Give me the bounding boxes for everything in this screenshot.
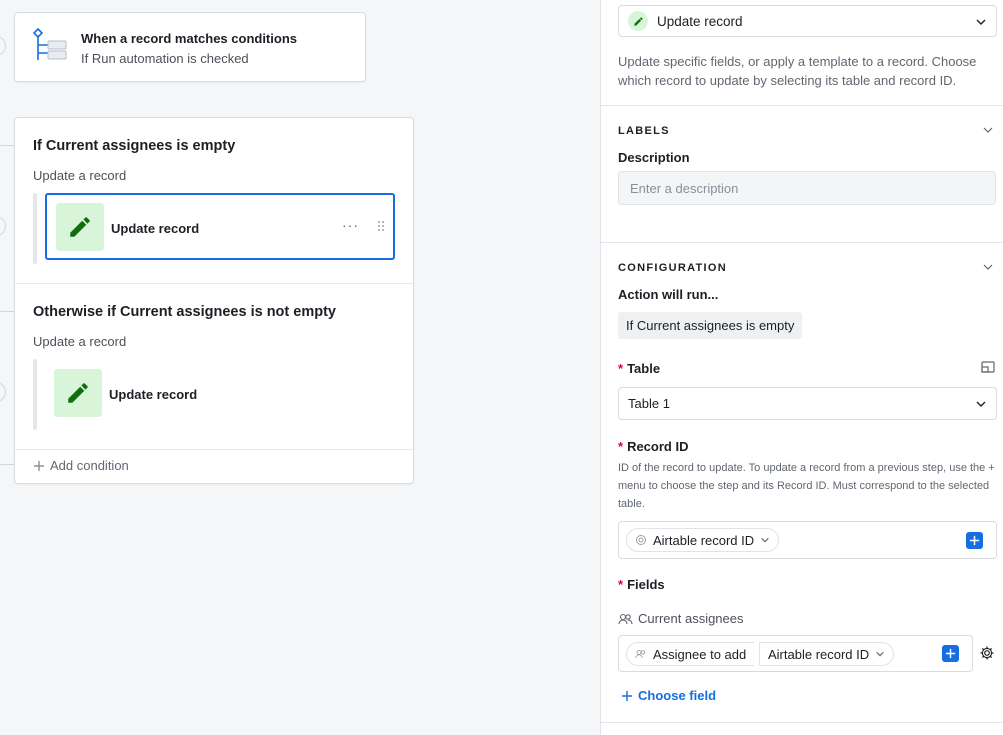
add-condition-button[interactable]: Add condition — [33, 458, 129, 473]
connector-node — [0, 382, 6, 402]
record-id-token-label: Airtable record ID — [653, 532, 755, 548]
labels-section-heading[interactable]: LABELS — [618, 125, 670, 137]
configuration-section-heading[interactable]: CONFIGURATION — [618, 262, 727, 274]
plus-icon — [945, 648, 956, 659]
gear-icon[interactable] — [979, 645, 995, 661]
plus-icon — [34, 460, 44, 471]
record-id-label-text: Record ID — [627, 439, 689, 454]
field-name-label: Current assignees — [618, 611, 744, 626]
current-assignees-input[interactable]: Assignee to add Airtable record ID — [618, 635, 973, 672]
action-label: Update record — [111, 221, 200, 236]
action-type-label: Update record — [657, 13, 743, 29]
table-label: * Table — [618, 361, 660, 376]
fields-label: * Fields — [618, 577, 665, 592]
drag-handle-icon[interactable] — [377, 220, 385, 232]
required-mark: * — [618, 361, 624, 376]
chevron-down-icon[interactable] — [982, 124, 994, 136]
connector-node — [0, 36, 6, 56]
action-config-panel: Update record Update specific fields, or… — [600, 0, 1003, 735]
action-label: Update record — [109, 387, 198, 402]
action-description: Update specific fields, or apply a templ… — [618, 54, 977, 88]
branch-divider — [15, 283, 413, 284]
table-select[interactable]: Table 1 — [618, 387, 997, 420]
record-id-input[interactable]: Airtable record ID — [618, 521, 997, 559]
users-icon — [618, 613, 633, 624]
chevron-down-icon — [976, 19, 986, 25]
record-id-token[interactable]: Airtable record ID — [626, 528, 780, 552]
branch-subtitle: Update a record — [33, 334, 127, 349]
connector-line — [0, 464, 14, 465]
fingerprint-icon — [636, 535, 646, 545]
description-label: Description — [618, 150, 690, 165]
choose-field-label: Choose field — [638, 688, 717, 703]
plus-icon — [622, 690, 632, 701]
more-options-icon[interactable]: ··· — [342, 217, 359, 233]
action-step[interactable]: Update record — [45, 361, 395, 428]
required-mark: * — [618, 577, 624, 592]
required-mark: * — [618, 439, 624, 454]
description-input[interactable] — [618, 171, 996, 205]
action-will-run-label: Action will run... — [618, 287, 719, 302]
plus-icon — [969, 535, 980, 546]
table-select-value: Table 1 — [628, 396, 670, 411]
assignee-record-id-label: Airtable record ID — [768, 646, 870, 662]
assignee-token[interactable]: Assignee to add — [626, 642, 755, 666]
trigger-title: When a record matches conditions — [81, 31, 297, 46]
chevron-down-icon — [761, 537, 769, 543]
record-id-label: * Record ID — [618, 439, 688, 454]
automation-canvas: When a record matches conditions If Run … — [0, 0, 600, 735]
action-type-select[interactable]: Update record — [618, 5, 997, 37]
add-condition-label: Add condition — [50, 458, 129, 473]
condition-group-card: If Current assignees is empty Update a r… — [14, 117, 414, 484]
trigger-card[interactable]: When a record matches conditions If Run … — [14, 12, 366, 82]
chevron-down-icon[interactable] — [982, 261, 994, 273]
branch-rail — [33, 359, 37, 430]
trigger-flow-icon — [32, 27, 67, 60]
record-id-help: ID of the record to update. To update a … — [618, 462, 995, 510]
fields-label-text: Fields — [627, 577, 665, 592]
field-name-text: Current assignees — [638, 611, 744, 626]
table-label-text: Table — [627, 361, 661, 376]
trigger-subtitle: If Run automation is checked — [81, 51, 249, 66]
assignee-token-label: Assignee to add — [653, 646, 747, 662]
pencil-icon — [628, 11, 648, 31]
section-divider — [601, 105, 1003, 106]
expand-table-icon[interactable] — [981, 361, 995, 373]
pencil-icon — [56, 203, 104, 251]
condition-chip: If Current assignees is empty — [618, 312, 803, 339]
chevron-down-icon — [976, 401, 986, 407]
pencil-icon — [54, 369, 102, 417]
connector-line — [0, 145, 14, 146]
branch-title[interactable]: Otherwise if Current assignees is not em… — [33, 304, 336, 320]
branch-rail — [33, 193, 37, 264]
insert-variable-button[interactable] — [966, 532, 983, 549]
action-step-selected[interactable]: Update record ··· — [45, 193, 395, 260]
connector-node — [0, 216, 6, 236]
section-divider — [601, 242, 1003, 243]
branch-subtitle: Update a record — [33, 168, 127, 183]
connector-line — [0, 311, 14, 312]
choose-field-button[interactable]: Choose field — [621, 688, 716, 703]
assignee-record-id-token[interactable]: Airtable record ID — [759, 642, 895, 666]
insert-variable-button[interactable] — [942, 645, 959, 662]
section-divider — [601, 722, 1003, 723]
branch-divider — [15, 449, 413, 450]
users-icon — [635, 649, 646, 659]
chevron-down-icon — [876, 651, 884, 657]
branch-title[interactable]: If Current assignees is empty — [33, 138, 235, 154]
